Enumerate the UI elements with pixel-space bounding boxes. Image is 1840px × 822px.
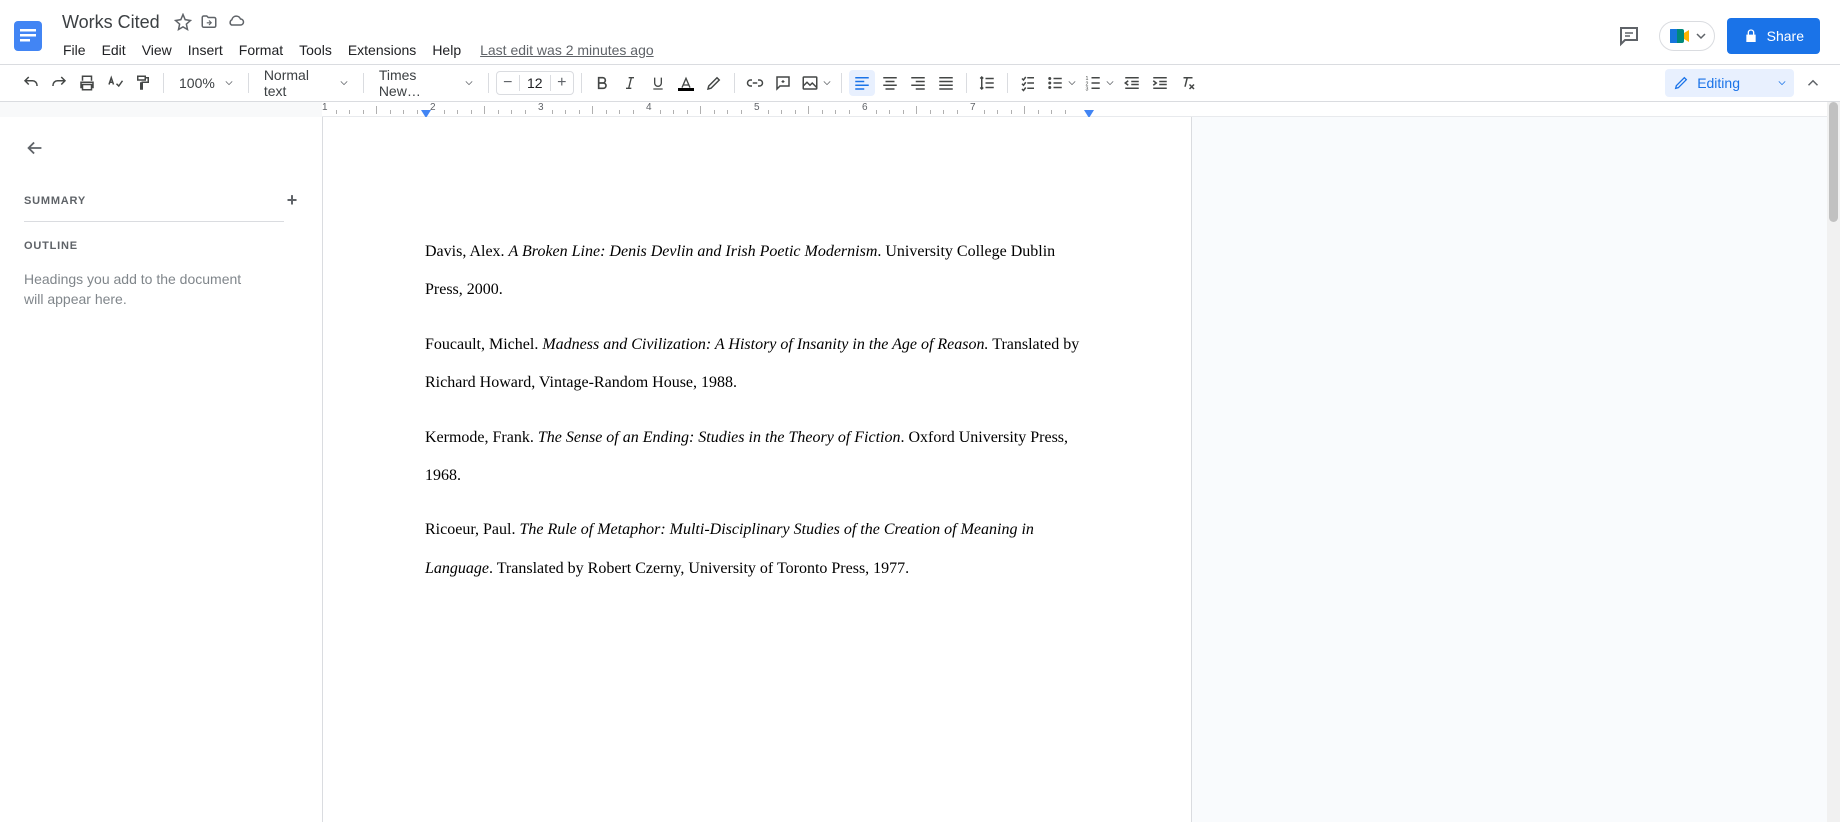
bold-button[interactable] — [589, 70, 615, 96]
chevron-down-icon — [225, 79, 233, 87]
ruler-number: 7 — [970, 102, 976, 113]
chevron-down-icon — [465, 79, 473, 87]
decrease-font-size[interactable]: − — [497, 74, 519, 92]
ruler-number: 4 — [646, 102, 652, 113]
align-center-button[interactable] — [877, 70, 903, 96]
undo-icon[interactable] — [18, 70, 44, 96]
horizontal-ruler[interactable]: 1 2 3 4 5 6 7 — [322, 102, 1840, 117]
citation-entry[interactable]: Kermode, Frank. The Sense of an Ending: … — [425, 419, 1089, 496]
star-icon[interactable] — [174, 13, 192, 31]
share-button[interactable]: Share — [1727, 18, 1820, 54]
menu-format[interactable]: Format — [232, 38, 290, 62]
chevron-down-icon — [1778, 79, 1786, 87]
chevron-down-icon — [340, 79, 348, 87]
document-outline-panel: SUMMARY + OUTLINE Headings you add to th… — [0, 117, 322, 822]
paint-format-icon[interactable] — [130, 70, 156, 96]
menu-edit[interactable]: Edit — [95, 38, 133, 62]
citation-entry[interactable]: Davis, Alex. A Broken Line: Denis Devlin… — [425, 233, 1089, 310]
meet-button[interactable] — [1659, 21, 1715, 51]
line-spacing-button[interactable] — [974, 70, 1000, 96]
underline-button[interactable] — [645, 70, 671, 96]
close-outline-icon[interactable] — [24, 137, 46, 159]
add-comment-button[interactable] — [770, 70, 796, 96]
ruler-number: 1 — [322, 102, 328, 113]
ruler-number: 2 — [430, 102, 436, 113]
spellcheck-icon[interactable] — [102, 70, 128, 96]
clear-formatting-button[interactable] — [1175, 70, 1201, 96]
ruler-number: 6 — [862, 102, 868, 113]
highlight-color-button[interactable] — [701, 70, 727, 96]
last-edit-link[interactable]: Last edit was 2 minutes ago — [480, 42, 654, 58]
ruler-number: 5 — [754, 102, 760, 113]
add-summary-icon[interactable]: + — [287, 190, 298, 211]
chevron-down-icon — [1696, 31, 1706, 41]
increase-indent-button[interactable] — [1147, 70, 1173, 96]
font-size-control: − 12 + — [496, 71, 574, 95]
menu-insert[interactable]: Insert — [181, 38, 230, 62]
lock-icon — [1743, 28, 1759, 44]
align-left-button[interactable] — [849, 70, 875, 96]
share-label: Share — [1767, 28, 1804, 44]
insert-image-button[interactable] — [798, 70, 834, 96]
cloud-status-icon[interactable] — [226, 13, 246, 31]
increase-font-size[interactable]: + — [551, 74, 573, 92]
summary-heading: SUMMARY — [24, 195, 86, 207]
font-family-dropdown[interactable]: Times New… — [371, 70, 481, 96]
checklist-button[interactable] — [1015, 70, 1041, 96]
paragraph-style-dropdown[interactable]: Normal text — [256, 70, 356, 96]
menu-file[interactable]: File — [56, 38, 93, 62]
decrease-indent-button[interactable] — [1119, 70, 1145, 96]
pencil-icon — [1673, 75, 1689, 91]
numbered-list-button[interactable]: 123 — [1081, 70, 1117, 96]
citation-entry[interactable]: Foucault, Michel. Madness and Civilizati… — [425, 326, 1089, 403]
divider — [24, 221, 284, 222]
menu-extensions[interactable]: Extensions — [341, 38, 423, 62]
bulleted-list-button[interactable] — [1043, 70, 1079, 96]
text-color-button[interactable] — [673, 70, 699, 96]
document-title[interactable]: Works Cited — [56, 10, 166, 35]
comment-history-icon[interactable] — [1611, 18, 1647, 54]
menu-view[interactable]: View — [135, 38, 179, 62]
zoom-dropdown[interactable]: 100% — [171, 70, 241, 96]
chevron-down-icon — [823, 79, 831, 87]
editing-mode-dropdown[interactable]: Editing — [1665, 69, 1794, 97]
ruler-number: 3 — [538, 102, 544, 113]
outline-heading: OUTLINE — [24, 240, 298, 252]
insert-link-button[interactable] — [742, 70, 768, 96]
formatting-toolbar: 100% Normal text Times New… − 12 + 123 E… — [0, 64, 1840, 102]
italic-button[interactable] — [617, 70, 643, 96]
scrollbar[interactable] — [1827, 102, 1840, 822]
align-justify-button[interactable] — [933, 70, 959, 96]
font-size-value[interactable]: 12 — [519, 75, 551, 91]
move-icon[interactable] — [200, 13, 218, 31]
document-page[interactable]: Davis, Alex. A Broken Line: Denis Devlin… — [322, 117, 1192, 822]
menu-help[interactable]: Help — [425, 38, 468, 62]
chevron-down-icon — [1068, 79, 1076, 87]
svg-text:3: 3 — [1085, 87, 1088, 93]
scrollbar-thumb[interactable] — [1829, 102, 1838, 222]
print-icon[interactable] — [74, 70, 100, 96]
menu-tools[interactable]: Tools — [292, 38, 339, 62]
chevron-down-icon — [1106, 79, 1114, 87]
hide-menus-icon[interactable] — [1804, 74, 1822, 92]
main-menu-bar: FileEditViewInsertFormatToolsExtensionsH… — [56, 36, 1611, 64]
docs-logo-icon[interactable] — [8, 16, 48, 56]
align-right-button[interactable] — [905, 70, 931, 96]
outline-hint: Headings you add to the document will ap… — [24, 270, 264, 309]
citation-entry[interactable]: Ricoeur, Paul. The Rule of Metaphor: Mul… — [425, 511, 1089, 588]
redo-icon[interactable] — [46, 70, 72, 96]
